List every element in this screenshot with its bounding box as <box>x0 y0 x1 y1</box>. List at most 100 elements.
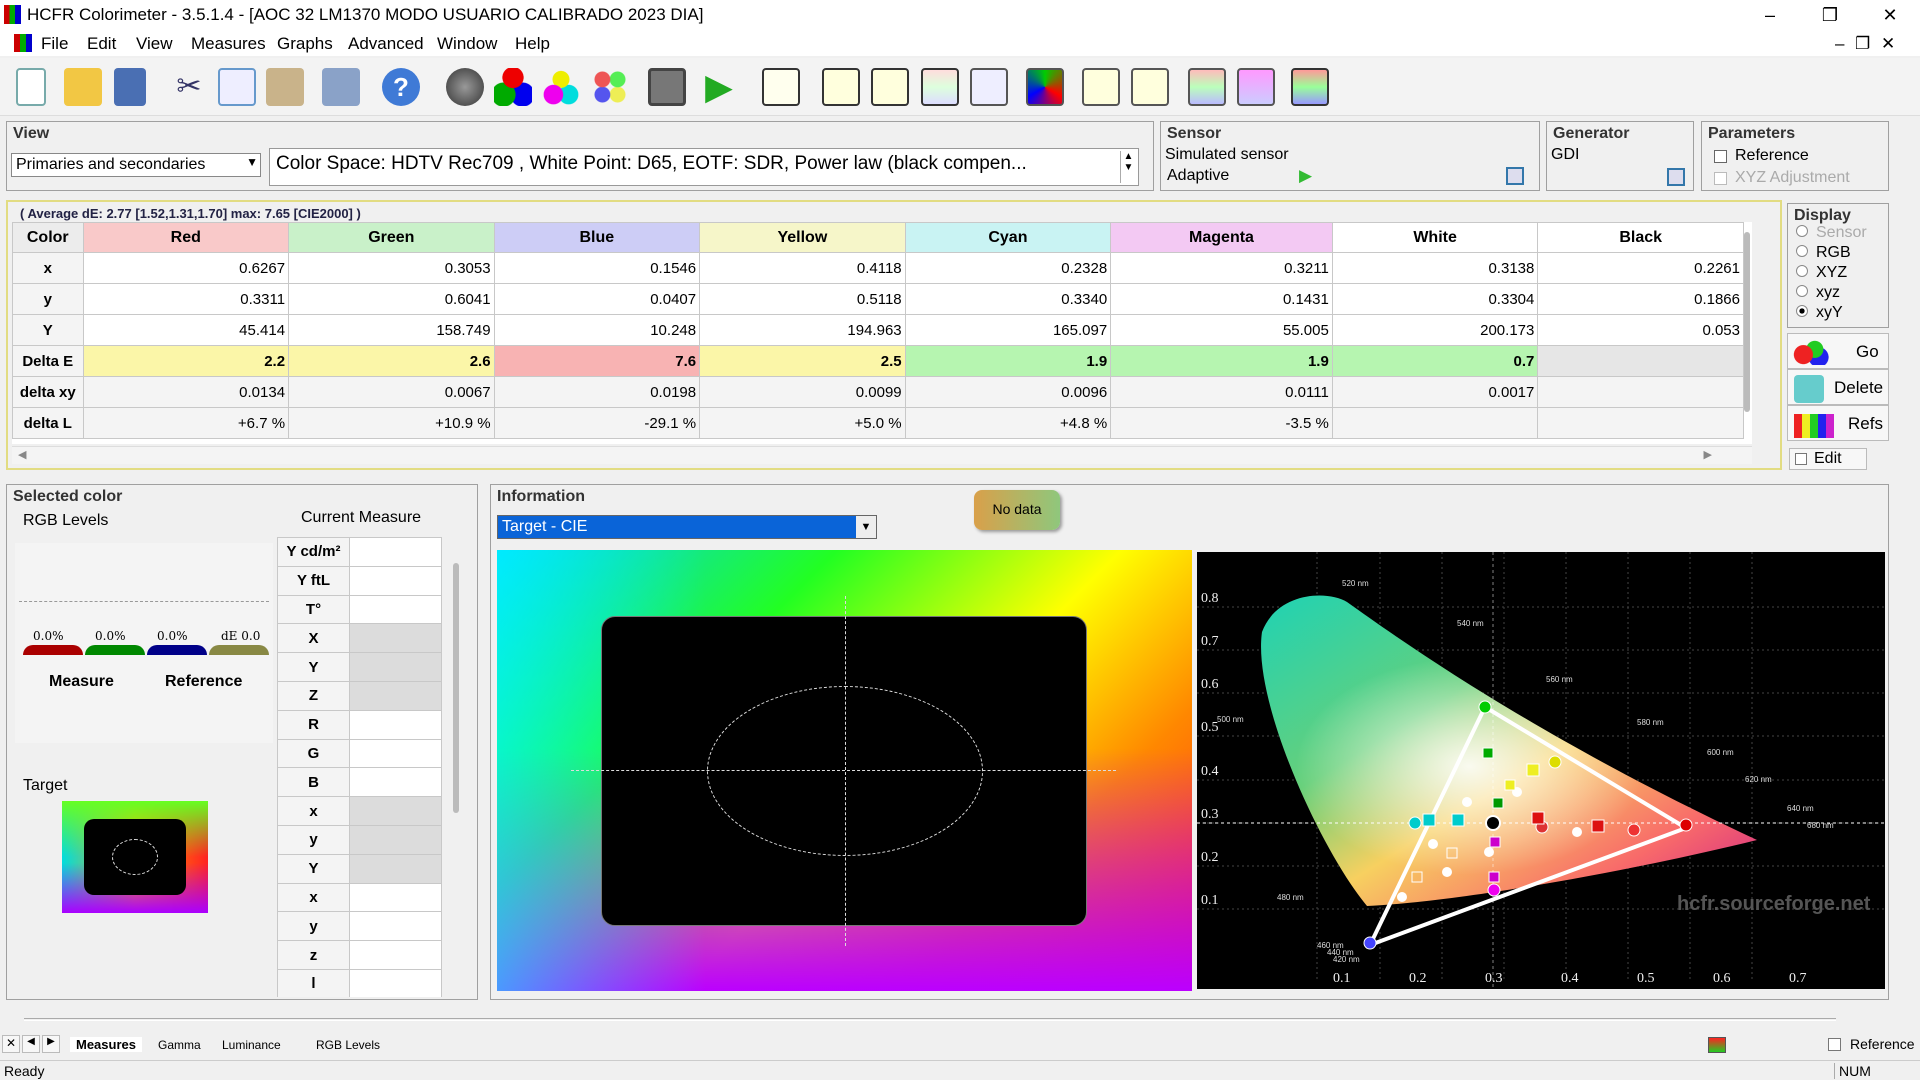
table-cell[interactable]: 0.5118 <box>699 283 906 315</box>
rgb-levels-icon[interactable] <box>1188 68 1226 106</box>
scroll-spin-icon[interactable]: ▲ ▼ <box>1120 151 1136 183</box>
scroll-right-icon[interactable]: ▶ <box>1704 448 1712 461</box>
table-cell[interactable]: 0.6267 <box>82 252 290 284</box>
tab-next-button[interactable]: ▶ <box>42 1035 60 1053</box>
table-cell[interactable]: 194.963 <box>699 314 906 346</box>
menu-window[interactable]: Window <box>437 34 497 54</box>
palette-icon[interactable] <box>591 68 629 106</box>
menu-edit[interactable]: Edit <box>87 34 116 54</box>
column-header[interactable]: Black <box>1537 222 1744 253</box>
play-icon[interactable]: ▶ <box>700 68 738 106</box>
view-select[interactable]: Primaries and secondaries ▼ <box>11 153 261 177</box>
generator-config-icon[interactable] <box>1667 168 1685 186</box>
sensor-config-icon[interactable] <box>1506 167 1524 185</box>
cut-icon[interactable]: ✂ <box>170 68 208 106</box>
sat-graph-icon[interactable] <box>1082 68 1120 106</box>
table-cell[interactable]: 158.749 <box>288 314 495 346</box>
table-cell[interactable]: -29.1 % <box>493 407 701 439</box>
table-cell[interactable]: 0.0198 <box>493 376 701 408</box>
column-header[interactable]: White <box>1331 222 1539 253</box>
monitor-icon[interactable] <box>1291 68 1329 106</box>
menu-graphs[interactable]: Graphs <box>277 34 333 54</box>
copy-icon[interactable] <box>218 68 256 106</box>
horizontal-scrollbar[interactable]: ◀ ▶ <box>12 446 1752 464</box>
table-cell[interactable]: 0.0134 <box>82 376 290 408</box>
table-cell[interactable]: 0.0407 <box>493 283 701 315</box>
table-cell[interactable]: -3.5 % <box>1110 407 1333 439</box>
mdi-close-button[interactable]: ✕ <box>1881 34 1895 54</box>
table-cell[interactable]: 0.0067 <box>288 376 495 408</box>
colors-icon[interactable] <box>542 68 580 106</box>
table-cell[interactable]: +5.0 % <box>699 407 906 439</box>
table-cell[interactable]: 0.3138 <box>1331 252 1539 284</box>
radio-icon[interactable] <box>1796 285 1808 297</box>
table-cell[interactable]: 7.6 <box>493 345 701 377</box>
table-cell[interactable]: 0.3053 <box>288 252 495 284</box>
column-header-color[interactable]: Color <box>12 222 84 253</box>
tab-rgb-levels[interactable]: RGB Levels <box>316 1038 380 1052</box>
play-icon[interactable]: ▶ <box>1299 166 1312 186</box>
menu-advanced[interactable]: Advanced <box>348 34 424 54</box>
sat-levels-icon[interactable] <box>1237 68 1275 106</box>
table-cell[interactable]: 0.3340 <box>904 283 1112 315</box>
display-option-xyz[interactable]: XYZ <box>1796 264 1847 282</box>
edit-checkbox[interactable] <box>1795 453 1807 465</box>
column-header[interactable]: Red <box>82 222 290 253</box>
table-cell[interactable]: 0.1546 <box>493 252 701 284</box>
table-cell[interactable]: 0.4118 <box>699 252 906 284</box>
table-cell[interactable]: 0.0111 <box>1110 376 1333 408</box>
table-cell[interactable]: 0.1866 <box>1537 283 1744 315</box>
table-cell[interactable]: 0.3304 <box>1331 283 1539 315</box>
vertical-scrollbar[interactable] <box>1744 232 1750 412</box>
restore-button[interactable]: ❐ <box>1800 0 1860 30</box>
menu-help[interactable]: Help <box>515 34 550 54</box>
column-header[interactable]: Yellow <box>699 222 906 253</box>
go-button[interactable]: Go <box>1787 333 1889 369</box>
edit-toggle[interactable]: Edit <box>1789 448 1867 470</box>
radio-icon[interactable] <box>1796 265 1808 277</box>
table-cell[interactable]: 0.0017 <box>1331 376 1539 408</box>
table-cell[interactable] <box>1537 407 1744 439</box>
tab-luminance[interactable]: Luminance <box>222 1038 281 1052</box>
table-cell[interactable]: 0.053 <box>1537 314 1744 346</box>
open-icon[interactable] <box>64 68 102 106</box>
table-cell[interactable] <box>1331 407 1539 439</box>
current-scrollbar[interactable] <box>453 563 459 813</box>
information-select[interactable]: Target - CIE ▼ <box>497 515 877 539</box>
gray-graph-icon[interactable] <box>762 68 800 106</box>
new-icon[interactable] <box>16 68 46 106</box>
tab-gamma[interactable]: Gamma <box>158 1038 201 1052</box>
column-header[interactable]: Cyan <box>904 222 1112 253</box>
tab-measures[interactable]: Measures <box>70 1037 142 1052</box>
display-option-sensor[interactable]: Sensor <box>1796 224 1867 242</box>
luminance-graph-icon[interactable] <box>871 68 909 106</box>
table-cell[interactable]: 0.0099 <box>699 376 906 408</box>
table-cell[interactable]: 1.9 <box>1110 345 1333 377</box>
menu-measures[interactable]: Measures <box>191 34 266 54</box>
table-cell[interactable]: 0.2261 <box>1537 252 1744 284</box>
paste-icon[interactable] <box>266 68 304 106</box>
table-cell[interactable]: 1.9 <box>904 345 1112 377</box>
display-option-rgb[interactable]: RGB <box>1796 244 1851 262</box>
temp-graph-icon[interactable] <box>970 68 1008 106</box>
close-button[interactable]: ✕ <box>1860 0 1920 30</box>
radio-icon[interactable] <box>1796 305 1808 317</box>
table-cell[interactable]: 0.3211 <box>1110 252 1333 284</box>
reference-checkbox[interactable] <box>1714 150 1727 163</box>
tab-close-button[interactable]: ✕ <box>2 1035 20 1053</box>
radio-icon[interactable] <box>1796 225 1808 237</box>
cie-graph-icon[interactable] <box>1026 68 1064 106</box>
column-header[interactable]: Blue <box>493 222 701 253</box>
menu-view[interactable]: View <box>136 34 173 54</box>
table-cell[interactable]: 2.6 <box>288 345 495 377</box>
status-reference-checkbox[interactable] <box>1828 1038 1841 1051</box>
table-cell[interactable]: 0.7 <box>1331 345 1539 377</box>
table-cell[interactable]: +6.7 % <box>82 407 290 439</box>
camera-icon[interactable] <box>648 68 686 106</box>
column-header[interactable]: Green <box>288 222 495 253</box>
table-cell[interactable]: 165.097 <box>904 314 1112 346</box>
sensor-icon[interactable] <box>446 68 484 106</box>
sat2-graph-icon[interactable] <box>1131 68 1169 106</box>
menu-file[interactable]: File <box>41 34 68 54</box>
minimize-button[interactable]: – <box>1740 0 1800 30</box>
